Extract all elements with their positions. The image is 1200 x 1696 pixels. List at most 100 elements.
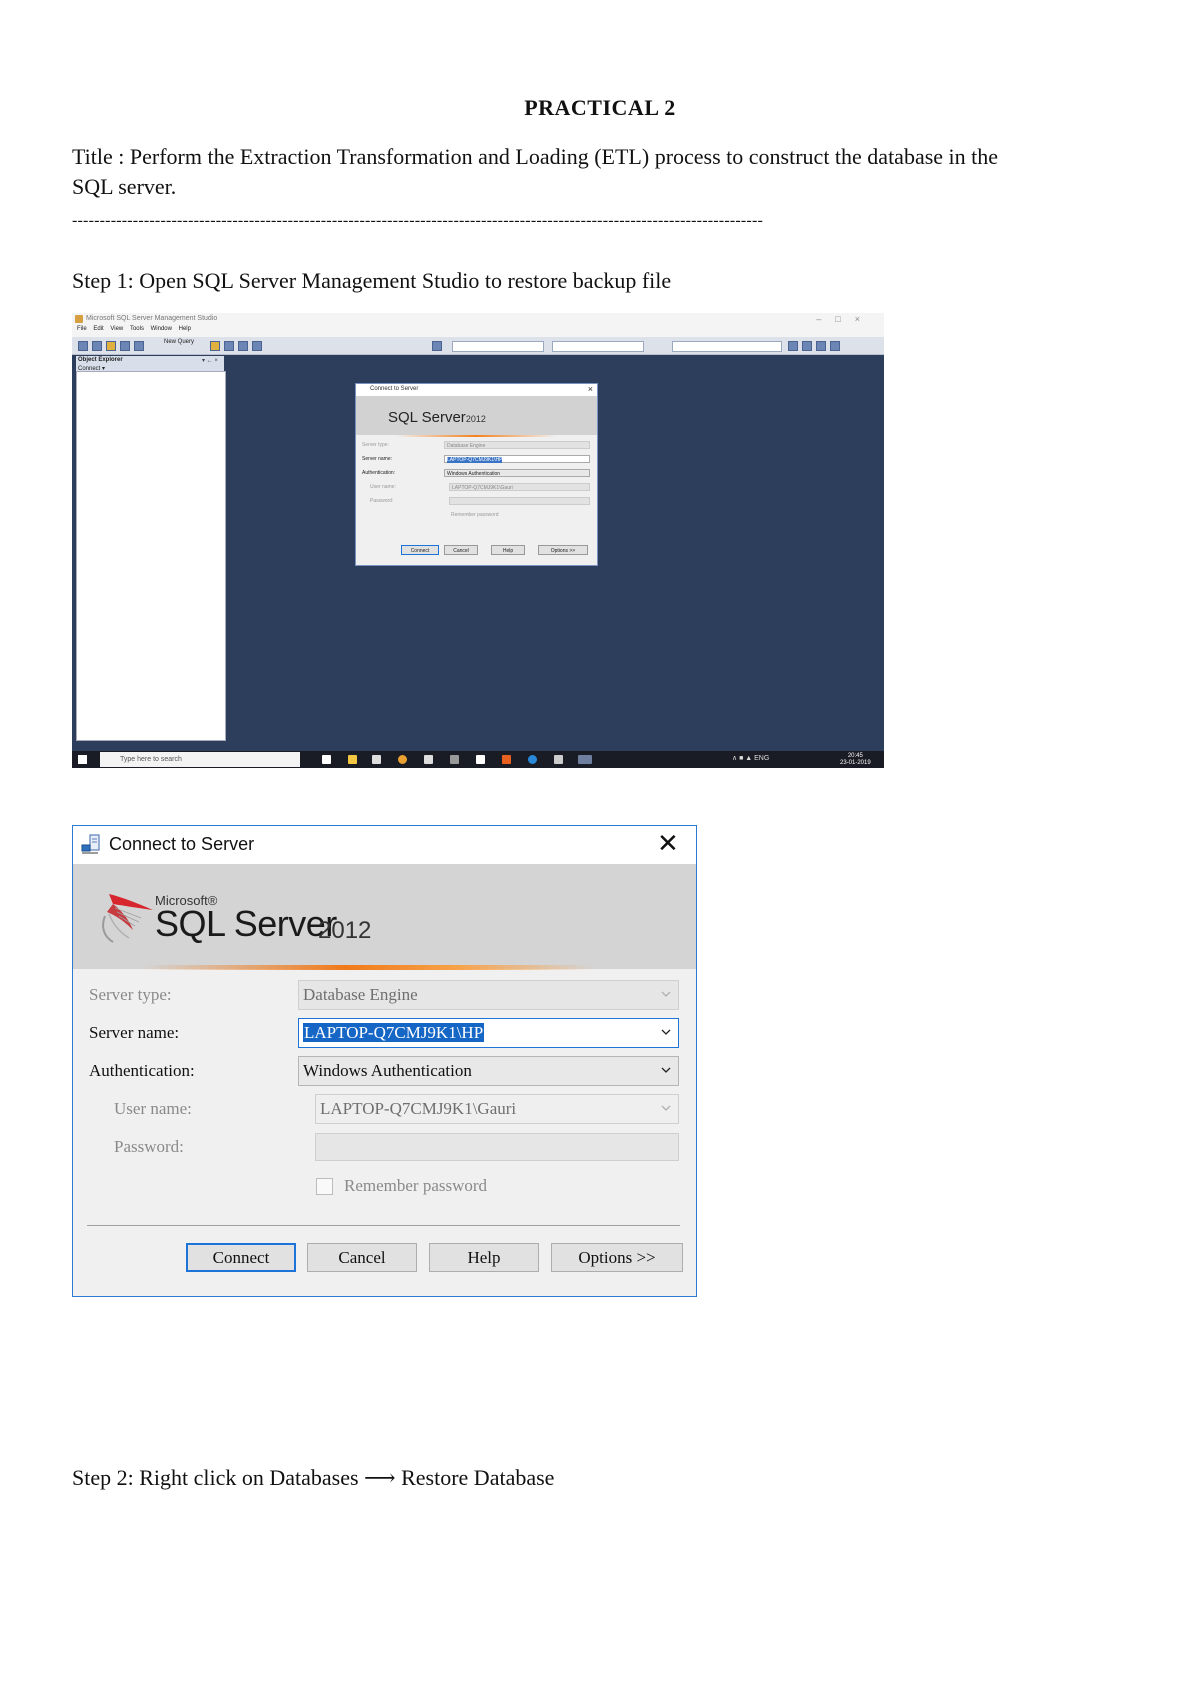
toolbar-icon[interactable] (830, 341, 840, 351)
toolbar-icon[interactable] (120, 341, 130, 351)
toolbar-icon[interactable] (134, 341, 144, 351)
toolbar-icon[interactable] (224, 341, 234, 351)
cancel-button[interactable]: Cancel (307, 1243, 417, 1272)
ssms-remember-label[interactable]: Remember password (451, 512, 499, 518)
task-view-icon[interactable] (322, 755, 331, 764)
toolbar-icon[interactable] (788, 341, 798, 351)
ssms-screenshot: Microsoft SQL Server Management Studio –… (72, 313, 884, 768)
server-type-select[interactable]: Database Engine (298, 980, 679, 1010)
toolbar-icon[interactable] (92, 341, 102, 351)
ssms-taskbar-icon[interactable] (578, 755, 592, 764)
ssms-menu-edit[interactable]: Edit (93, 326, 103, 332)
banner-orange-accent (143, 965, 593, 970)
sql-server-logo-icon (102, 894, 153, 943)
ssms-user-field[interactable]: LAPTOP-Q7CMJ9K1\Gauri (449, 483, 590, 491)
ssms-auth-field[interactable]: Windows Authentication (444, 469, 590, 477)
ssms-menu-view[interactable]: View (110, 326, 123, 332)
authentication-select[interactable]: Windows Authentication (298, 1056, 679, 1086)
close-icon[interactable]: × (588, 384, 593, 394)
ssms-logo-year: 2012 (465, 414, 486, 424)
clock-date: 23-01-2019 (840, 760, 871, 766)
dropbox-icon[interactable] (476, 755, 485, 764)
toolbar-combo[interactable] (552, 341, 644, 352)
taskbar-search-text: Type here to search (120, 756, 182, 763)
ssms-help-button[interactable]: Help (491, 545, 525, 555)
options-button[interactable]: Options >> (551, 1243, 683, 1272)
remember-password-checkbox[interactable] (316, 1178, 333, 1195)
toolbar-icon[interactable] (802, 341, 812, 351)
taskbar-app-icon[interactable] (554, 755, 563, 764)
step-1-text: Step 1: Open SQL Server Management Studi… (72, 268, 672, 293)
ssms-options-button[interactable]: Options >> (538, 545, 588, 555)
toolbar-combo[interactable] (452, 341, 544, 352)
ssms-connect-button[interactable]: Connect (401, 545, 439, 555)
ssms-cancel-button[interactable]: Cancel (444, 545, 478, 555)
close-icon[interactable]: ✕ (657, 828, 679, 859)
authentication-value: Windows Authentication (303, 1061, 472, 1080)
ssms-menu-file[interactable]: File (77, 326, 87, 332)
system-tray[interactable]: ∧ ■ ▲ ENG (732, 754, 769, 762)
toolbar-icon[interactable] (252, 341, 262, 351)
taskbar-app-icon[interactable] (372, 755, 381, 764)
ssms-new-query-button[interactable]: New Query (164, 339, 194, 345)
ssms-dialog-orange-bar (396, 435, 556, 437)
user-name-value: LAPTOP-Q7CMJ9K1\Gauri (320, 1099, 517, 1118)
taskbar-search[interactable]: Type here to search (100, 752, 300, 767)
remember-password-label[interactable]: Remember password (344, 1176, 487, 1196)
connect-button[interactable]: Connect (186, 1243, 296, 1272)
ssms-auth-label: Authentication: (362, 470, 396, 476)
toolbar-icon[interactable] (238, 341, 248, 351)
toolbar-icon[interactable] (106, 341, 116, 351)
page-heading: PRACTICAL 2 (524, 95, 676, 120)
chevron-down-icon[interactable] (661, 1027, 671, 1037)
server-name-value: LAPTOP-Q7CMJ9K1\HP (303, 1023, 485, 1042)
ssms-server-name-field[interactable]: LAPTOP-Q7CMJ9K1\HP (444, 455, 590, 463)
button-separator (87, 1225, 680, 1226)
toolbar-search[interactable] (672, 341, 782, 352)
authentication-label: Authentication: (89, 1061, 195, 1081)
store-icon[interactable] (424, 755, 433, 764)
object-explorer-pin-icon[interactable]: ▾ ← × (202, 357, 218, 364)
ssms-app-icon (75, 315, 83, 323)
server-name-label-text: Server name: (89, 1023, 180, 1042)
ssms-server-name-value: LAPTOP-Q7CMJ9K1\HP (447, 457, 503, 463)
password-label: Password: (114, 1137, 184, 1157)
server-connect-icon (81, 834, 100, 854)
ssms-server-type-field[interactable]: Database Engine (444, 441, 590, 449)
help-button[interactable]: Help (429, 1243, 539, 1272)
title-line-1: Title : Perform the Extraction Transform… (72, 144, 999, 169)
toolbar-icon[interactable] (210, 341, 220, 351)
taskbar-app-icon[interactable] (450, 755, 459, 764)
ssms-menu-tools[interactable]: Tools (130, 326, 144, 332)
server-name-combobox[interactable]: LAPTOP-Q7CMJ9K1\HP (298, 1018, 679, 1048)
ssms-window-controls-icon[interactable]: –□× (816, 314, 874, 324)
chrome-icon[interactable] (398, 755, 407, 764)
ssms-menu-window[interactable]: Window (151, 326, 172, 332)
object-explorer-title: Object Explorer (78, 357, 123, 363)
windows-start-icon[interactable] (78, 755, 87, 764)
dashed-divider: ----------------------------------------… (72, 212, 764, 229)
toolbar-icon[interactable] (816, 341, 826, 351)
practical-title: Title : Perform the Extraction Transform… (72, 142, 1122, 202)
user-name-label-text: User name: (114, 1099, 192, 1118)
taskbar-clock: 20:45 23-01-2019 (840, 753, 871, 767)
user-name-combobox[interactable]: LAPTOP-Q7CMJ9K1\Gauri (315, 1094, 679, 1124)
user-name-label: User name: (114, 1099, 192, 1119)
edge-icon[interactable] (528, 755, 537, 764)
password-field[interactable] (315, 1133, 679, 1161)
clock-time: 20:45 (847, 753, 863, 759)
ssms-menu-help[interactable]: Help (179, 326, 191, 332)
file-explorer-icon[interactable] (348, 755, 357, 764)
chevron-down-icon[interactable] (661, 1065, 671, 1075)
server-name-label: Server name: (89, 1023, 179, 1043)
toolbar-icon[interactable] (432, 341, 442, 351)
toolbar-icon[interactable] (78, 341, 88, 351)
remember-password-label-text: Remember password (344, 1176, 488, 1195)
server-type-value: Database Engine (303, 985, 418, 1004)
ssms-menu-bar: File Edit View Tools Window Help (72, 326, 884, 337)
ssms-dialog-title: Connect to Server (370, 386, 419, 392)
dialog-title: Connect to Server (109, 834, 255, 854)
ssms-password-field[interactable] (449, 497, 590, 505)
server-type-label-text: Server type: (89, 985, 172, 1004)
office-icon[interactable] (502, 755, 511, 764)
